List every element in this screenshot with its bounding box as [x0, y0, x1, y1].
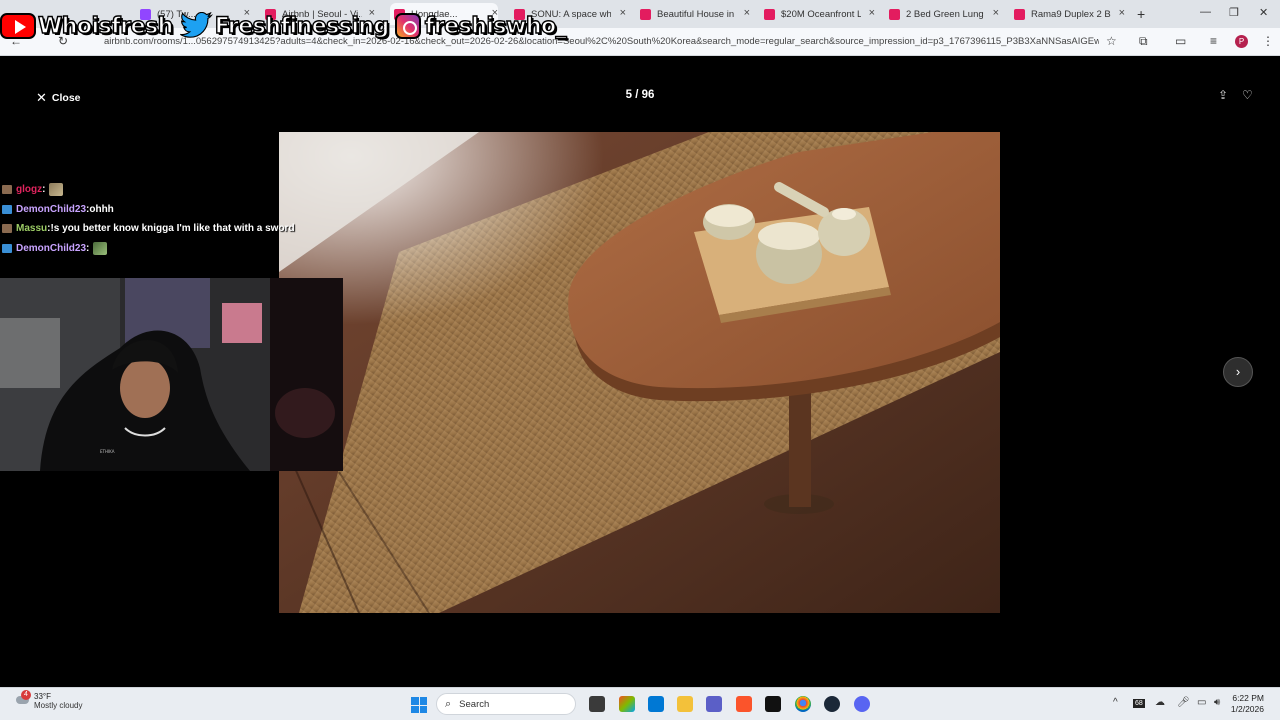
notification-badge: 4: [21, 690, 31, 700]
user-badge-icon: [2, 224, 12, 234]
emote-icon: [49, 183, 64, 197]
browser-tab[interactable]: 2 Bed Green Lung Po... ×: [889, 3, 999, 25]
network-icon[interactable]: ▭: [1197, 697, 1206, 708]
twitter-name: Freshfinessing: [214, 13, 390, 39]
chrome-icon[interactable]: [795, 696, 811, 712]
extensions-icon[interactable]: ⧉: [1139, 34, 1148, 49]
search-placeholder: Search: [459, 698, 490, 710]
tab-label: Beautiful House in Gl...: [657, 8, 737, 20]
bookmark-star-icon[interactable]: ☆: [1106, 34, 1117, 48]
close-icon[interactable]: ×: [1119, 7, 1125, 19]
close-icon[interactable]: ×: [869, 7, 875, 19]
weather-condition: Mostly cloudy: [34, 701, 83, 710]
instagram-name: freshiswho_: [424, 13, 567, 39]
close-icon[interactable]: ×: [744, 7, 750, 19]
stream-chat: glogz : DemonChild23 : ohhh Massu : !s y…: [2, 180, 302, 258]
chat-message: DemonChild23 : ohhh: [2, 200, 302, 220]
twitter-handle: Freshfinessing: [179, 12, 390, 40]
instagram-handle: freshiswho_: [394, 13, 567, 39]
prime-badge-icon: [2, 243, 12, 253]
new-tab-button[interactable]: +: [1137, 6, 1145, 22]
webcam-feed: ETHIKA: [0, 278, 343, 471]
weather-widget[interactable]: 4 33°F Mostly cloudy: [12, 690, 83, 710]
minimize-icon[interactable]: —: [1200, 6, 1211, 18]
chat-username: DemonChild23: [16, 203, 87, 215]
close-icon[interactable]: ×: [620, 7, 626, 19]
brave-icon[interactable]: [736, 696, 752, 712]
discord-icon[interactable]: [854, 696, 870, 712]
chat-username: glogz: [16, 184, 43, 196]
chat-message: glogz :: [2, 180, 302, 200]
cloud-icon: 4: [12, 690, 31, 710]
system-clock[interactable]: 6:22 PM 1/2/2026: [1224, 693, 1264, 715]
chat-username: Massu: [16, 223, 48, 235]
weather-temp: 33°F: [34, 692, 51, 701]
volume-icon[interactable]: 🔊︎: [1214, 697, 1220, 708]
chat-separator: :: [86, 242, 90, 254]
chat-username: DemonChild23: [16, 242, 87, 254]
profile-avatar[interactable]: P: [1235, 35, 1248, 48]
clock-date: 1/2/2026: [1230, 704, 1264, 714]
tab-label: Rama9 Duplex 2 Bed...: [1031, 8, 1111, 20]
microphone-icon[interactable]: 🎤︎: [1177, 697, 1190, 708]
twitter-icon: [179, 12, 213, 38]
teams-icon[interactable]: [706, 696, 722, 712]
clock-time: 6:22 PM: [1232, 693, 1264, 703]
stream-social-overlay: Whoisfresh Freshfinessing freshiswho_: [0, 6, 572, 46]
browser-tab[interactable]: Rama9 Duplex 2 Bed... ×: [1014, 3, 1125, 25]
media-icon[interactable]: ≡: [1210, 34, 1217, 48]
youtube-handle: Whoisfresh: [0, 13, 174, 39]
browser-tab[interactable]: $20M Oceanfront Lu... ×: [764, 3, 875, 25]
steam-icon[interactable]: [824, 696, 840, 712]
instagram-icon: [394, 13, 421, 39]
photo-counter: 5 / 96: [625, 89, 655, 101]
webcam-image: ETHIKA: [0, 278, 343, 471]
chat-separator: :: [42, 184, 46, 196]
user-badge-icon: [2, 185, 12, 195]
store-icon[interactable]: [648, 696, 664, 712]
tab-label: 2 Bed Green Lung Po...: [906, 8, 986, 20]
cloud-sync-icon[interactable]: ☁: [1155, 697, 1165, 708]
youtube-icon: [0, 13, 36, 39]
listing-photo: [279, 132, 1000, 613]
task-view-icon[interactable]: [589, 696, 605, 712]
close-label: Close: [51, 92, 81, 104]
start-button[interactable]: [411, 697, 427, 713]
tab-label: $20M Oceanfront Lu...: [781, 8, 861, 20]
taskbar-search[interactable]: ⌕ Search: [436, 693, 576, 715]
app-icon[interactable]: [765, 696, 781, 712]
close-icon: ✕: [36, 90, 47, 105]
file-explorer-icon[interactable]: [677, 696, 693, 712]
copilot-icon[interactable]: [619, 696, 635, 712]
browser-tab[interactable]: Beautiful House in Gl... ×: [640, 3, 750, 25]
share-icon[interactable]: ⇪: [1218, 88, 1228, 102]
prime-badge-icon: [2, 204, 12, 214]
chat-text: !s you better know knigga I'm like that …: [50, 223, 295, 235]
chevron-up-icon[interactable]: ^: [1113, 697, 1118, 708]
chat-message: DemonChild23 :: [2, 239, 302, 259]
windows-taskbar: 4 33°F Mostly cloudy ⌕ Search ^ 68 ☁ 🎤︎ …: [0, 687, 1280, 720]
airbnb-icon: [764, 8, 775, 20]
svg-text:ETHIKA: ETHIKA: [100, 449, 115, 454]
heart-icon[interactable]: ♡: [1242, 88, 1253, 102]
close-button[interactable]: ✕ Close: [36, 90, 81, 106]
chat-text: ohhh: [89, 203, 114, 215]
close-icon[interactable]: ×: [993, 7, 999, 19]
next-photo-button[interactable]: ›: [1223, 357, 1253, 387]
tab-search-icon[interactable]: ▭: [1175, 34, 1186, 48]
search-icon: ⌕: [445, 697, 452, 710]
menu-icon[interactable]: ⋮: [1262, 34, 1274, 48]
emote-icon: [93, 241, 108, 255]
close-window-icon[interactable]: ✕: [1259, 6, 1268, 19]
listing-photo-image: [279, 132, 1000, 613]
maximize-icon[interactable]: ❐: [1229, 6, 1239, 19]
chat-message: Massu : !s you better know knigga I'm li…: [2, 219, 302, 239]
airbnb-icon: [889, 8, 900, 20]
youtube-name: Whoisfresh: [37, 13, 174, 39]
airbnb-icon: [640, 8, 651, 20]
app-tray-icon[interactable]: 68: [1133, 699, 1145, 708]
airbnb-icon: [1014, 8, 1025, 20]
